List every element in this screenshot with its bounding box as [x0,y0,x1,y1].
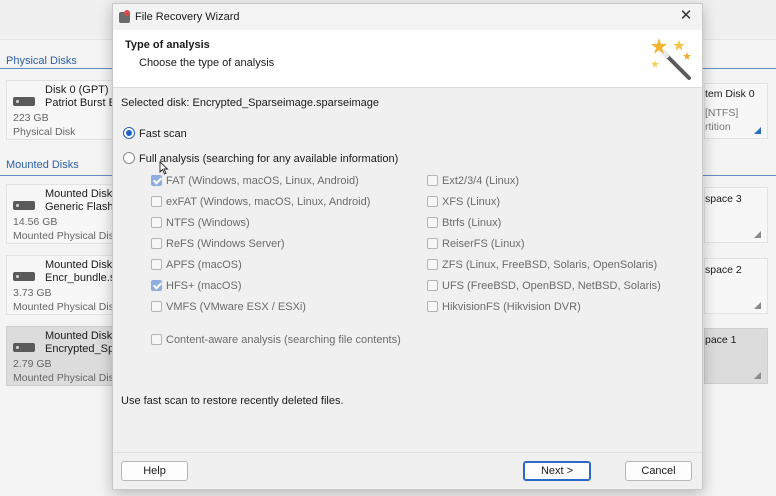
hikvisionfs-label: HikvisionFS (Hikvision DVR) [442,301,581,313]
wizard-header: Type of analysis Choose the type of anal… [113,30,702,88]
fat-label: FAT (Windows, macOS, Linux, Android) [166,175,359,187]
ufs-checkbox[interactable] [427,280,438,291]
hfs-plus-label: HFS+ (macOS) [166,280,242,292]
hard-disk-icon [13,97,35,106]
partition-card-space-1[interactable]: pace 1 [704,328,768,384]
disk-size: 223 GB [13,112,49,124]
magic-wand-icon [651,38,691,80]
hfs-plus-checkbox[interactable] [151,280,162,291]
app-logo-icon [119,10,130,23]
cancel-button[interactable]: Cancel [625,461,692,481]
content-aware-label: Content-aware analysis (searching file c… [166,334,401,346]
apfs-label: APFS (macOS) [166,259,242,271]
zfs-label: ZFS (Linux, FreeBSD, Solaris, OpenSolari… [442,259,658,271]
ntfs-checkbox[interactable] [151,217,162,228]
partition-name: tem Disk 0 [705,88,755,100]
zfs-checkbox[interactable] [427,259,438,270]
ext-label: Ext2/3/4 (Linux) [442,175,520,187]
disk-card-disk-0[interactable]: Disk 0 (GPT) Patriot Burst Eli 223 GB Ph… [6,80,117,140]
disk-type: Mounted Physical Disk [13,230,117,242]
header-title: Type of analysis [125,39,210,51]
ntfs-label: NTFS (Windows) [166,217,250,229]
hikvisionfs-checkbox[interactable] [427,301,438,312]
expand-corner-icon [754,302,761,309]
full-analysis-radio[interactable] [123,152,135,164]
disk-name: Mounted Disk 2 [45,330,117,342]
physical-disks-title: Physical Disks [6,55,77,67]
partition-name: space 2 [705,264,742,276]
file-recovery-wizard-dialog: File Recovery Wizard ✕ Type of analysis … [112,3,703,490]
reiserfs-label: ReiserFS (Linux) [442,238,525,250]
xfs-checkbox[interactable] [427,196,438,207]
disk-type: Mounted Physical Disk [13,372,117,384]
partition-name: pace 1 [705,334,737,346]
fast-scan-radio[interactable] [123,127,135,139]
content-aware-checkbox[interactable] [151,334,162,345]
disk-card-mounted-1[interactable]: Mounted Disk 1 Encr_bundle.sp 3.73 GB Mo… [6,255,117,315]
fat-checkbox[interactable] [151,175,162,186]
partition-card-space-3[interactable]: space 3 [704,187,768,243]
disk-type: Mounted Physical Disk [13,301,117,313]
partition-type: rtition [705,121,731,133]
disk-model: Encr_bundle.sp [45,272,117,284]
header-subtitle: Choose the type of analysis [139,57,275,69]
disk-size: 2.79 GB [13,358,52,370]
hard-disk-icon [13,272,35,281]
dialog-title: File Recovery Wizard [135,11,240,23]
expand-corner-icon [754,372,761,379]
disk-card-mounted-2[interactable]: Mounted Disk 2 Encrypted_Spar 2.79 GB Mo… [6,326,117,386]
disk-name: Disk 0 (GPT) [45,84,109,96]
hint-text: Use fast scan to restore recently delete… [121,395,344,407]
btrfs-label: Btrfs (Linux) [442,217,502,229]
next-button[interactable]: Next > [523,461,591,481]
partition-name: space 3 [705,193,742,205]
reiserfs-checkbox[interactable] [427,238,438,249]
expand-corner-icon [754,127,761,134]
disk-size: 3.73 GB [13,287,52,299]
footer-divider [113,452,702,453]
partition-card-space-2[interactable]: space 2 [704,258,768,314]
disk-type: Physical Disk [13,126,76,138]
ext-checkbox[interactable] [427,175,438,186]
ufs-label: UFS (FreeBSD, OpenBSD, NetBSD, Solaris) [442,280,661,292]
hard-disk-icon [13,201,35,210]
selected-disk-label: Selected disk: Encrypted_Sparseimage.spa… [121,97,380,109]
fast-scan-label[interactable]: Fast scan [139,128,187,140]
mounted-disks-title: Mounted Disks [6,159,79,171]
full-analysis-label[interactable]: Full analysis (searching for any availab… [139,153,398,165]
expand-corner-icon [754,231,761,238]
disk-model: Encrypted_Spar [45,343,117,355]
exfat-checkbox[interactable] [151,196,162,207]
hard-disk-icon [13,343,35,352]
partition-card-system-disk[interactable]: tem Disk 0 [NTFS] rtition [704,83,768,139]
close-icon[interactable]: ✕ [678,8,694,24]
mouse-cursor-icon [159,161,169,175]
disk-model: Generic Flash D [45,201,117,213]
partition-fs: [NTFS] [705,107,739,119]
disk-size: 14.56 GB [13,216,58,228]
disk-name: Mounted Disk 0 [45,188,117,200]
refs-checkbox[interactable] [151,238,162,249]
vmfs-label: VMFS (VMware ESX / ESXi) [166,301,306,313]
dialog-titlebar: File Recovery Wizard ✕ [113,4,702,30]
help-button[interactable]: Help [121,461,188,481]
xfs-label: XFS (Linux) [442,196,501,208]
vmfs-checkbox[interactable] [151,301,162,312]
apfs-checkbox[interactable] [151,259,162,270]
disk-name: Mounted Disk 1 [45,259,117,271]
disk-card-mounted-0[interactable]: Mounted Disk 0 Generic Flash D 14.56 GB … [6,184,117,244]
disk-model: Patriot Burst Eli [45,97,117,109]
exfat-label: exFAT (Windows, macOS, Linux, Android) [166,196,371,208]
btrfs-checkbox[interactable] [427,217,438,228]
refs-label: ReFS (Windows Server) [166,238,285,250]
